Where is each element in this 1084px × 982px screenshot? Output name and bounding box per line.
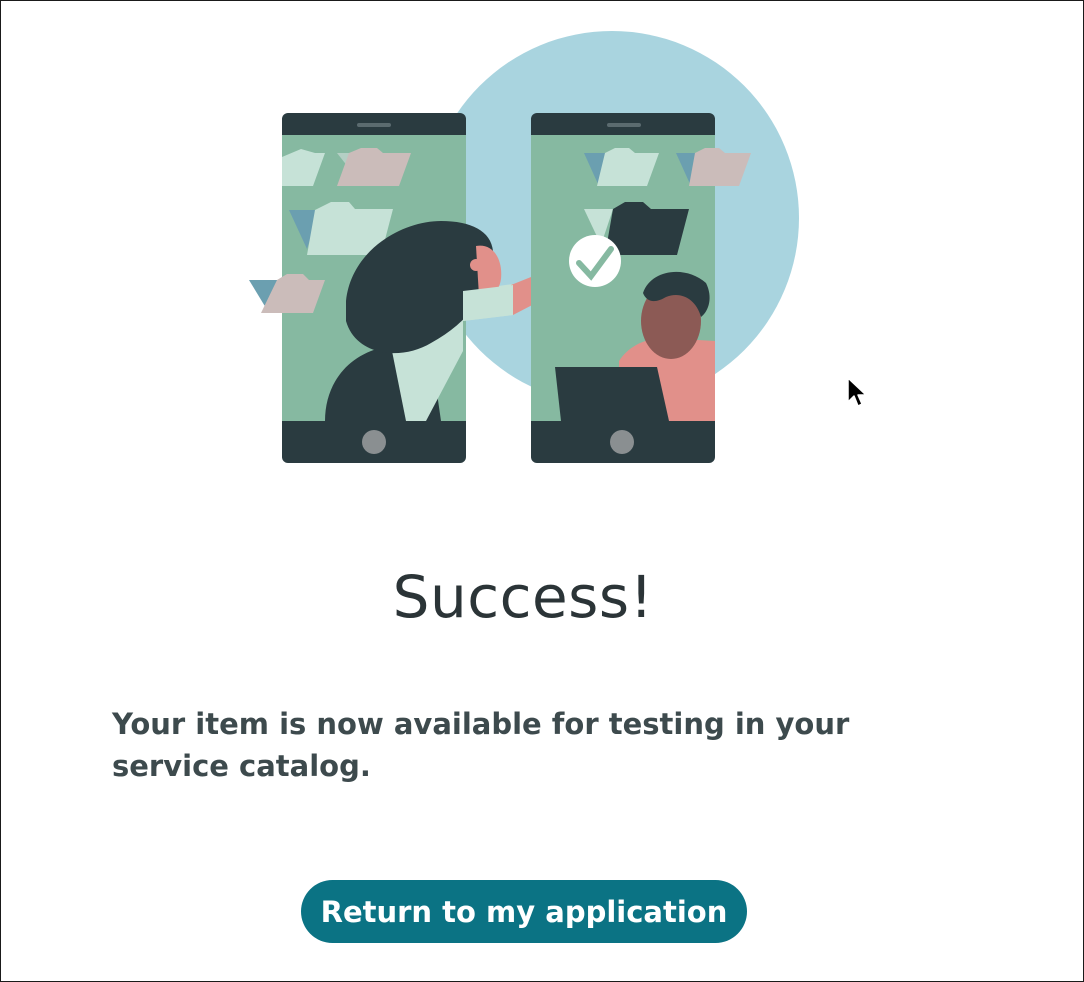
page-title: Success! xyxy=(392,563,654,631)
success-message: Your item is now available for testing i… xyxy=(112,707,850,783)
mouse-pointer-icon xyxy=(847,377,867,407)
success-illustration xyxy=(249,31,799,463)
success-dialog: Success! Your item is now available for … xyxy=(0,0,1084,982)
return-to-application-button[interactable]: Return to my application xyxy=(301,880,747,943)
